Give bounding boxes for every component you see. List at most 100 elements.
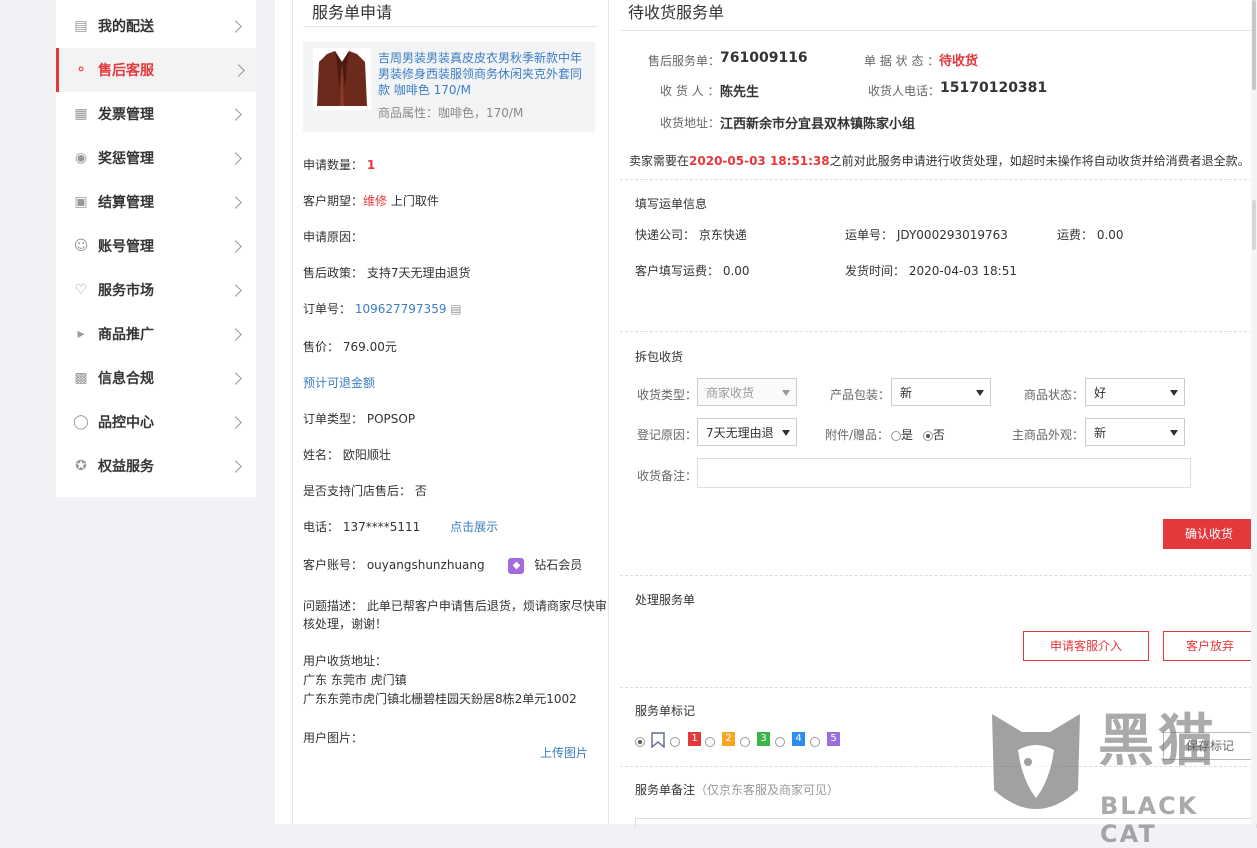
confirm-receipt-button[interactable]: 确认收货 — [1163, 519, 1255, 549]
product-name-link[interactable]: 吉周男装男装真皮皮衣男秋季新款中年男装修身西装服领商务休闲夹克外套同款 咖啡色 … — [378, 50, 590, 98]
mark-4-radio[interactable] — [775, 736, 785, 747]
sidebar-item-label: 奖惩管理 — [98, 151, 154, 167]
sidebar-item-label: 售后客服 — [98, 63, 154, 79]
chevron-down-icon — [976, 390, 984, 396]
receiver-phone-value: 15170120381 — [940, 80, 1048, 96]
accessory-no-radio[interactable] — [922, 430, 933, 441]
show-phone-link[interactable]: 点击展示 — [450, 520, 498, 534]
chevron-right-icon — [229, 195, 242, 209]
sidebar-item-label: 服务市场 — [98, 283, 154, 299]
order-row: 订单号： 109627797359 ▤ — [303, 300, 462, 317]
accessory-no-label: 否 — [932, 428, 945, 442]
sidebar-item-invoice[interactable]: ▦ 发票管理 — [56, 92, 256, 136]
ship-time-value: 2020-04-03 18:51 — [908, 264, 1017, 278]
scrollbar-thumb[interactable] — [1252, 0, 1256, 90]
sidebar-item-compliance[interactable]: ▩ 信息合规 — [56, 356, 256, 400]
price-value: 769.00元 — [342, 340, 397, 354]
delivery-icon: ▤ — [74, 18, 88, 34]
chevron-right-icon — [229, 239, 242, 253]
order-type-label: 订单类型： — [303, 412, 364, 426]
expect-method: 上门取件 — [390, 194, 439, 208]
receive-type-select[interactable]: 商家收货 — [697, 378, 797, 406]
service-no-value: 761009116 — [720, 50, 808, 66]
marks-title: 服务单标记 — [635, 704, 696, 718]
sidebar-item-rights[interactable]: ✪ 权益服务 — [56, 444, 256, 488]
status-label: 单 据 状 态 ： — [864, 54, 940, 68]
goods-status-label: 商品状态： — [1024, 388, 1085, 402]
sidebar-item-after-sales[interactable]: ⚬ 售后客服 — [56, 48, 259, 92]
mark-1-radio[interactable] — [670, 736, 680, 747]
mark-none-radio[interactable] — [635, 736, 645, 747]
sidebar-item-award[interactable]: ◉ 奖惩管理 — [56, 136, 256, 180]
service-title: 待收货服务单 — [628, 3, 725, 22]
sidebar-item-promotion[interactable]: ▸ 商品推广 — [56, 312, 256, 356]
divider — [303, 26, 597, 27]
register-reason-select[interactable]: 7天无理由退 — [697, 418, 797, 446]
sidebar-item-quality[interactable]: ◯ 品控中心 — [56, 400, 256, 444]
sidebar: ▤ 我的配送 ⚬ 售后客服 ▦ 发票管理 ◉ 奖惩管理 ▣ 结算管理 ☺ 账号管… — [56, 0, 259, 497]
scrollbar[interactable] — [1251, 0, 1257, 824]
goods-status-select[interactable]: 好 — [1085, 378, 1185, 406]
flag-4-icon: 4 — [792, 732, 805, 746]
sidebar-item-label: 我的配送 — [98, 19, 154, 35]
sidebar-item-settlement[interactable]: ▣ 结算管理 — [56, 180, 256, 224]
appearance-select[interactable]: 新 — [1085, 418, 1185, 446]
qty-value: 1 — [366, 158, 376, 172]
flag-2-icon: 2 — [722, 732, 735, 746]
address-line-1: 广东 东莞市 虎门镇 — [303, 673, 407, 687]
sidebar-item-label: 品控中心 — [98, 415, 154, 431]
notice-deadline: 2020-05-03 18:51:38 — [689, 154, 830, 168]
chevron-right-icon — [229, 19, 242, 33]
receive-title: 拆包收货 — [635, 350, 684, 364]
flag-1-icon: 1 — [688, 732, 701, 746]
request-cs-intervention-button[interactable]: 申请客服介入 — [1023, 631, 1149, 661]
fee-value: 0.00 — [1096, 228, 1124, 242]
order-link[interactable]: 109627797359 — [355, 302, 447, 316]
order-detail-icon[interactable]: ▤ — [450, 302, 461, 316]
accessory-yes-radio[interactable] — [891, 430, 901, 441]
customer-fee-value: 0.00 — [722, 264, 750, 278]
mark-2-radio[interactable] — [705, 736, 715, 747]
chevron-right-icon — [229, 107, 242, 121]
sidebar-item-label: 信息合规 — [98, 371, 154, 387]
fee-label: 运费： — [1057, 228, 1094, 242]
black-cat-logo — [988, 710, 1084, 820]
refund-amount-link[interactable]: 预计可退金额 — [303, 374, 375, 391]
customer-abandon-button[interactable]: 客户放弃 — [1163, 631, 1257, 661]
mark-5-radio[interactable] — [810, 736, 820, 747]
badge-icon: ✪ — [75, 458, 87, 474]
upload-image-link[interactable]: 上传图片 — [540, 744, 588, 761]
divider — [620, 331, 1257, 332]
tracking-value: JDY000293019763 — [896, 228, 1008, 242]
sidebar-item-account[interactable]: ☺ 账号管理 — [56, 224, 256, 268]
sidebar-item-label: 结算管理 — [98, 195, 154, 211]
product-image[interactable] — [313, 48, 371, 110]
chevron-down-icon — [782, 390, 790, 396]
store-value: 否 — [414, 484, 427, 498]
product-card: 吉周男装男装真皮皮衣男秋季新款中年男装修身西装服领商务休闲夹克外套同款 咖啡色 … — [303, 42, 595, 132]
chevron-right-icon — [229, 327, 242, 341]
mark-3-radio[interactable] — [740, 736, 750, 747]
chevron-down-icon — [1170, 390, 1178, 396]
sidebar-item-delivery[interactable]: ▤ 我的配送 — [56, 4, 256, 48]
images-label: 用户图片： — [303, 731, 364, 745]
register-reason-label: 登记原因： — [637, 428, 698, 442]
divider — [620, 687, 1257, 688]
qty-label: 申请数量： — [303, 158, 364, 172]
mark-5-radio-wrap — [810, 734, 820, 748]
remark-hint: （仅京东客服及商家可见） — [695, 783, 840, 797]
headset-icon: ⚬ — [75, 62, 87, 78]
chevron-down-icon — [782, 430, 790, 436]
address-label: 收货地址： — [660, 116, 721, 130]
receive-remark-input[interactable] — [697, 458, 1191, 488]
fee-row: 运费： 0.00 — [1057, 226, 1124, 243]
ship-time-label: 发货时间： — [845, 264, 906, 278]
chevron-right-icon — [232, 63, 245, 77]
package-select[interactable]: 新 — [891, 378, 991, 406]
mark-2-radio-wrap — [705, 734, 715, 748]
qty-row: 申请数量： 1 — [303, 156, 375, 173]
chevron-down-icon — [1170, 430, 1178, 436]
heart-icon: ♡ — [74, 282, 88, 298]
sidebar-item-market[interactable]: ♡ 服务市场 — [56, 268, 256, 312]
expect-label: 客户期望： — [303, 194, 364, 208]
